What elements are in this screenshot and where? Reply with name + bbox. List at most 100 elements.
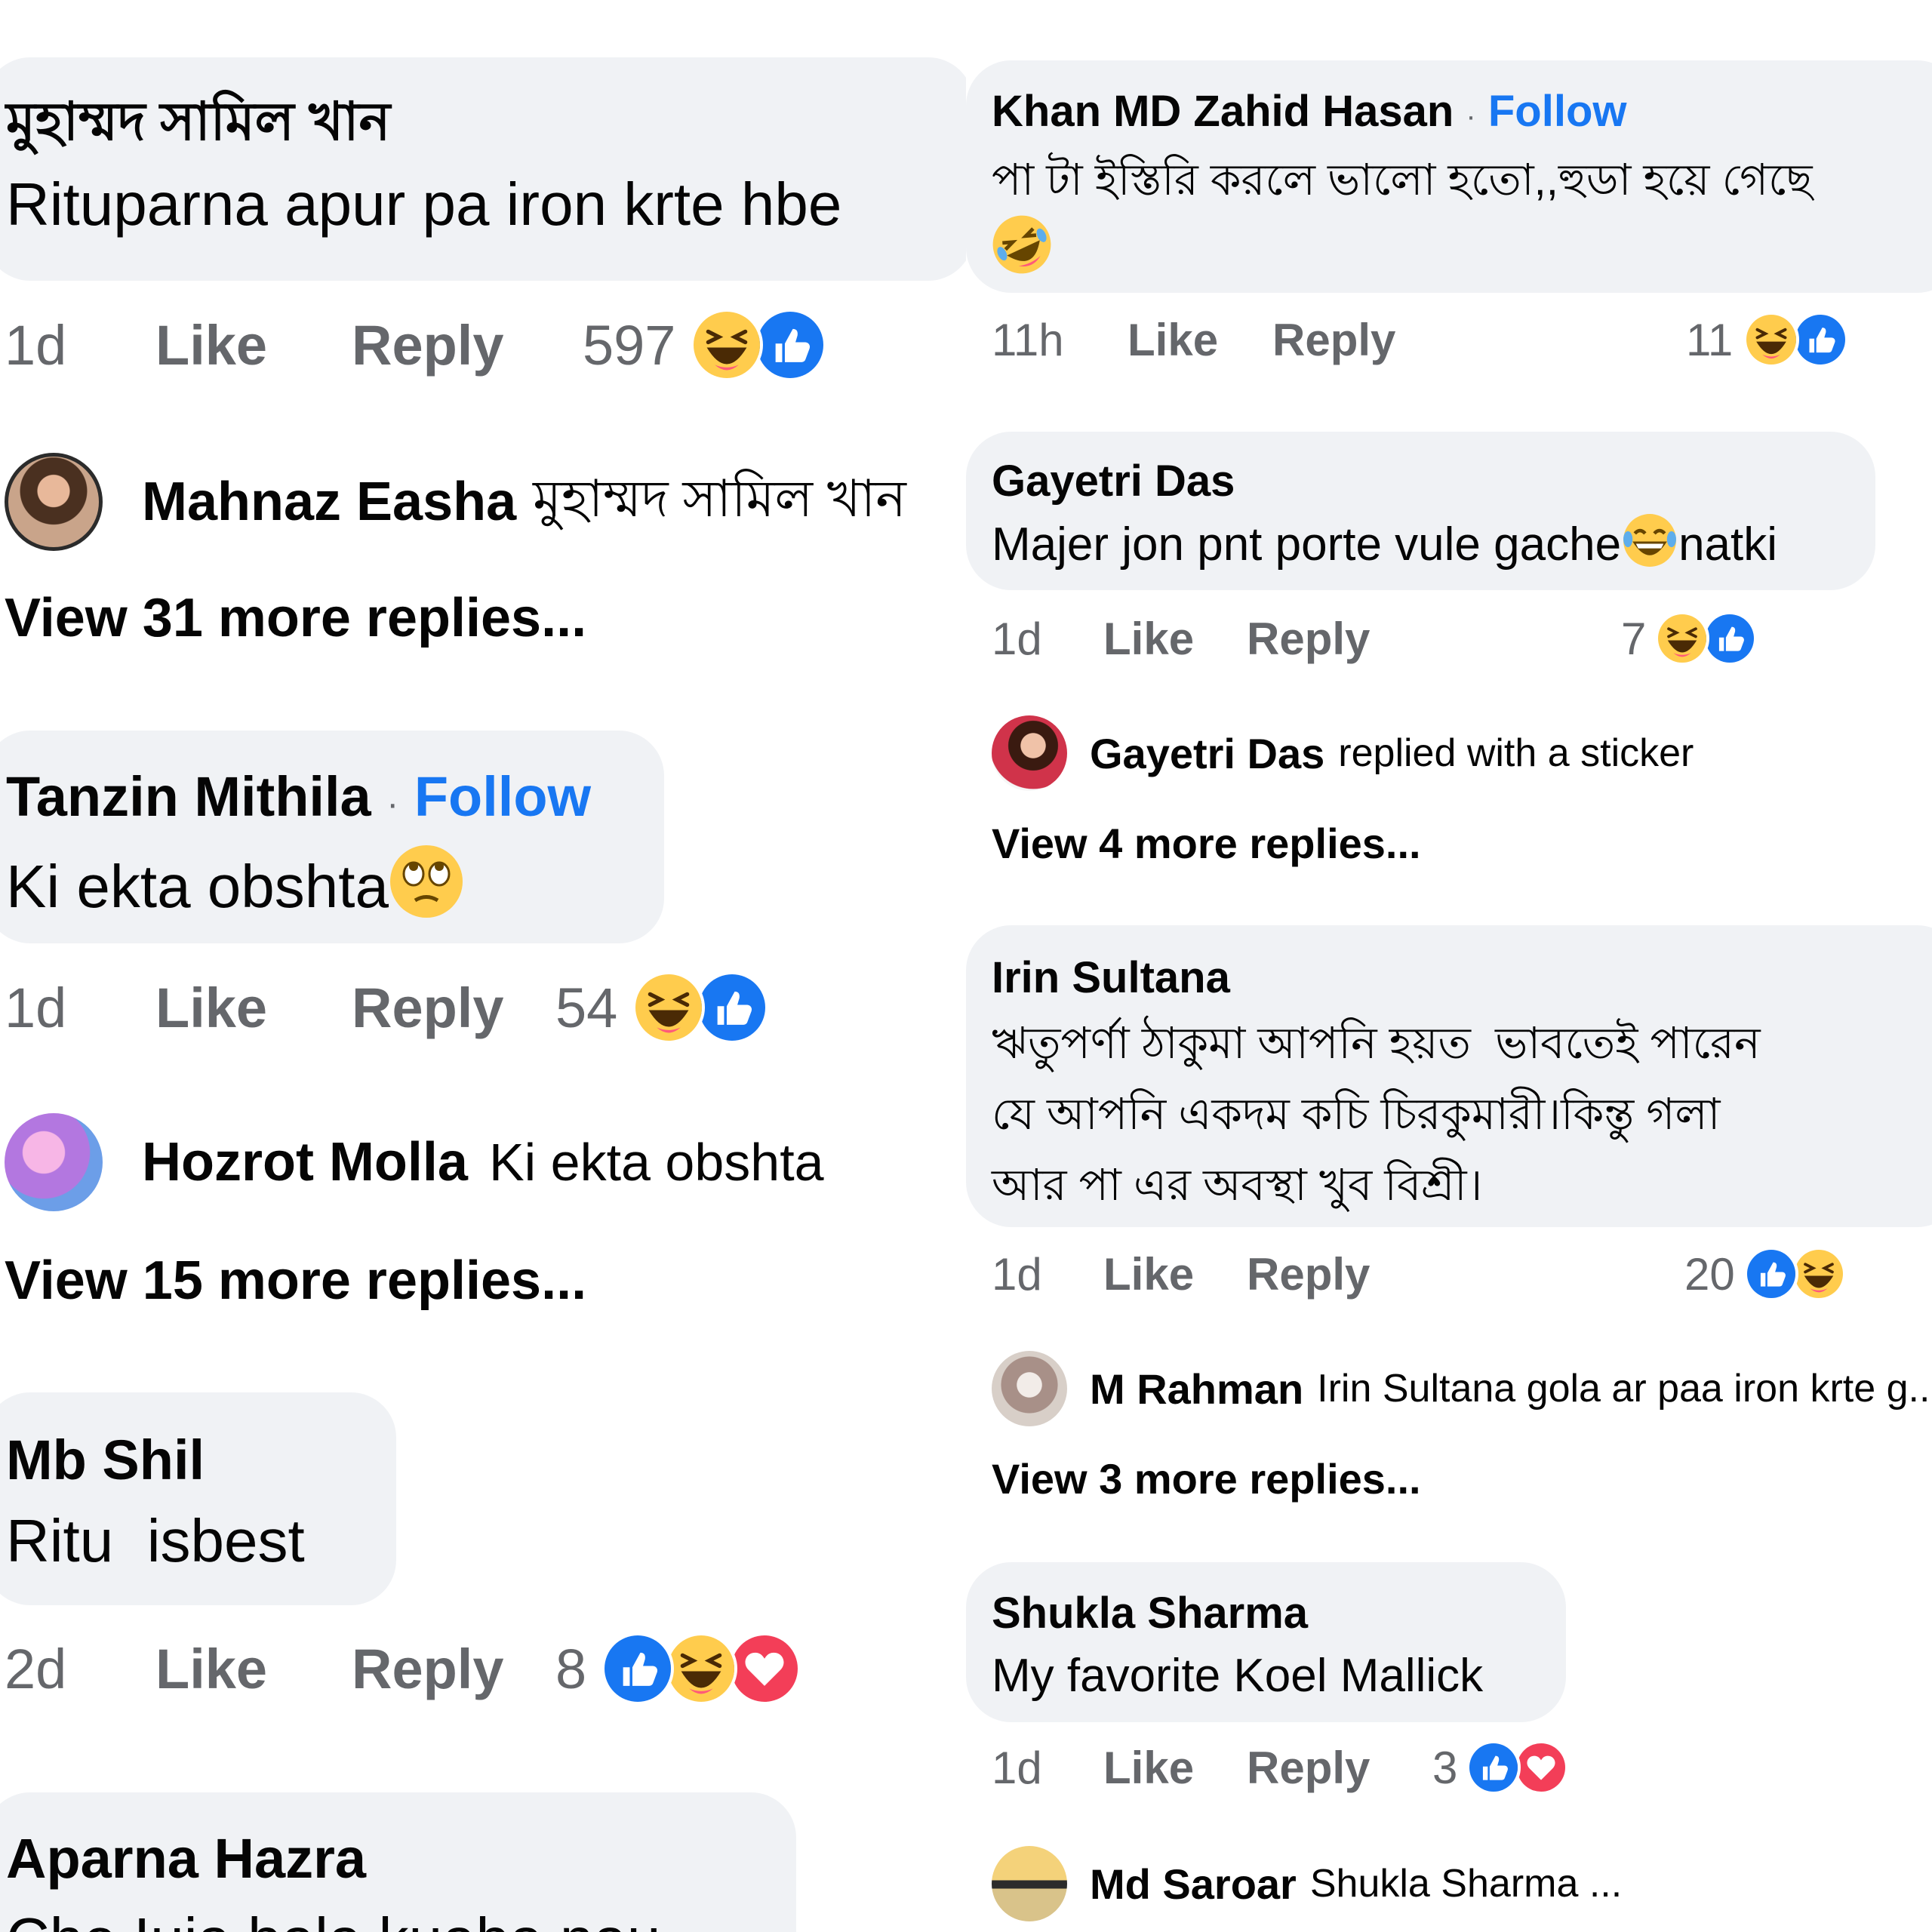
comment-actions: 1d Like Reply 597 [5,309,827,381]
like-icon [1743,1247,1798,1301]
love-icon [728,1632,801,1705]
comment-actions: 2d Like Reply 8 [5,1632,801,1705]
reply-author[interactable]: Gayetri Das [1090,729,1324,778]
reply-preview[interactable]: Hozrot Molla Ki ekta obshta [5,1113,824,1211]
right-comment-column: Khan MD Zahid Hasan · Follow পা টা ইস্তি… [966,0,1932,1932]
reaction-icons[interactable] [1466,1740,1569,1795]
comment-author[interactable]: মুহাম্মদ সামিল খান [6,88,966,155]
haha-icon [632,971,706,1044]
reply-author[interactable]: Mahnaz Easha [142,471,516,533]
avatar[interactable] [5,1113,103,1211]
comment-text-line-3: আর পা এর অবস্থা খুব বিশ্রী। [992,1161,1483,1210]
comment-time[interactable]: 1d [992,613,1103,665]
comment-author[interactable]: Gayetri Das [992,451,1875,512]
like-button[interactable]: Like [1103,613,1247,665]
reply-text: Ki ekta obshta [488,1133,824,1192]
comment-time[interactable]: 1d [992,1248,1103,1300]
reply-button[interactable]: Reply [352,313,578,377]
reply-author[interactable]: Hozrot Molla [142,1131,468,1193]
comment-bubble: Khan MD Zahid Hasan · Follow পা টা ইস্তি… [966,60,1932,293]
reaction-count[interactable]: 54 [555,976,617,1040]
reply-author[interactable]: M Rahman [1090,1364,1303,1414]
like-button[interactable]: Like [155,313,352,377]
avatar[interactable] [992,1351,1067,1426]
comment-time[interactable]: 1d [5,313,155,377]
follow-button[interactable]: Follow [1488,87,1627,136]
reply-preview[interactable]: Md Saroar Shukla Sharma ... [992,1846,1622,1921]
comment-bubble: Mb Shil Ritu isbest [0,1392,396,1605]
reply-button[interactable]: Reply [352,976,578,1040]
comment-author[interactable]: Mb Shil [6,1424,396,1497]
reply-button[interactable]: Reply [352,1637,578,1701]
tears-of-joy-emoji-icon [1621,512,1678,586]
comment-actions: 11h Like Reply 11 [992,309,1849,370]
reply-preview[interactable]: Gayetri Das replied with a sticker [992,715,1694,791]
view-more-replies[interactable]: View 15 more replies... [5,1247,586,1315]
comment-author[interactable]: Aparna Hazra [6,1823,796,1895]
haha-icon [665,1632,738,1705]
reaction-icons[interactable] [632,971,769,1044]
comment-time[interactable]: 2d [5,1637,155,1701]
like-button[interactable]: Like [155,976,352,1040]
reply-preview[interactable]: M Rahman Irin Sultana gola ar paa iron k… [992,1351,1932,1426]
love-icon [1514,1740,1569,1795]
like-button[interactable]: Like [155,1637,352,1701]
reaction-count[interactable]: 11 [1686,314,1733,366]
avatar[interactable] [992,715,1067,791]
like-icon [754,309,827,381]
comment-bubble: Irin Sultana ঋতুপর্ণা ঠাকুমা আপনি হয়ত ভ… [966,925,1932,1227]
reply-button[interactable]: Reply [1247,613,1621,665]
comment-bubble: Tanzin Mithila · Follow Ki ekta obshta [0,731,664,943]
comment-author[interactable]: Irin Sultana [992,948,1932,1008]
reaction-count[interactable]: 8 [555,1637,586,1701]
rolling-laughing-emoji-icon [992,214,1932,278]
like-icon [601,1632,675,1705]
left-comment-column: মুহাম্মদ সামিল খান Rituparna apur pa iro… [0,0,966,1932]
reaction-count[interactable]: 3 [1432,1742,1457,1794]
comment-author[interactable]: Shukla Sharma [992,1583,1566,1644]
follow-button[interactable]: Follow [414,765,591,828]
like-icon [1703,611,1758,666]
reaction-icons[interactable] [1655,611,1758,666]
comment-text-content: Ki ekta obshta [6,853,389,920]
reply-preview[interactable]: Mahnaz Easha মুহাম্মদ সামিল খান [5,453,906,551]
avatar[interactable] [992,1846,1067,1921]
reaction-icons[interactable] [1743,312,1849,368]
comment-time[interactable]: 1d [5,976,155,1040]
reply-button[interactable]: Reply [1247,1742,1432,1794]
view-more-replies[interactable]: View 31 more replies... [5,584,586,652]
reaction-icons[interactable] [691,309,827,381]
comment-time[interactable]: 1d [992,1742,1103,1794]
avatar[interactable] [5,453,103,551]
comment-author[interactable]: Khan MD Zahid Hasan [992,87,1454,136]
like-button[interactable]: Like [1128,314,1272,366]
comment-bubble: Aparna Hazra Che Iuia bala kuaba nau [0,1792,796,1932]
comment-author-line: Khan MD Zahid Hasan · Follow [992,82,1932,146]
reaction-count[interactable]: 20 [1684,1248,1735,1300]
separator-dot: · [386,784,399,824]
like-button[interactable]: Like [1103,1742,1247,1794]
haha-icon [1655,611,1710,666]
comment-author[interactable]: Tanzin Mithila [6,765,371,828]
comment-text: My favorite Koel Mallick [992,1650,1484,1702]
like-icon [696,971,769,1044]
reaction-count[interactable]: 7 [1621,613,1646,665]
comment-time[interactable]: 11h [992,314,1128,366]
reaction-icons[interactable] [601,1632,801,1705]
comment-text: Che Iuia bala kuaba nau [6,1898,796,1932]
reaction-count[interactable]: 597 [583,313,675,377]
comment-text-line-2: যে আপনি একদম কচি চিরকুমারী।কিন্তু গলা [992,1090,1721,1139]
comment-author-line: Tanzin Mithila · Follow [6,761,664,841]
reply-button[interactable]: Reply [1247,1248,1684,1300]
view-more-replies[interactable]: View 4 more replies... [992,814,1421,874]
reaction-icons[interactable] [1743,1247,1846,1301]
comment-text-line-1: ঋতুপর্ণা ঠাকুমা আপনি হয়ত ভাবতেই পারেন [992,1019,1761,1068]
reply-button[interactable]: Reply [1272,314,1686,366]
view-more-replies[interactable]: View 3 more replies... [992,1449,1421,1509]
haha-icon [1743,312,1800,368]
comment-actions: 1d Like Reply 54 [5,971,769,1044]
eye-roll-emoji-icon [389,844,464,940]
like-button[interactable]: Like [1103,1248,1247,1300]
comment-actions: 1d Like Reply 3 [992,1737,1569,1798]
reply-author[interactable]: Md Saroar [1090,1860,1297,1909]
